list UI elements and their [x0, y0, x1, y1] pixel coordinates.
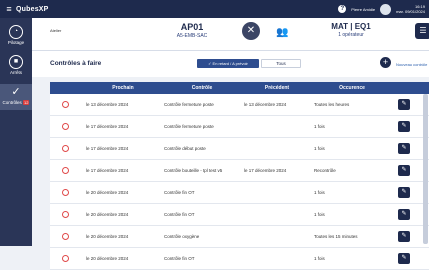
cell-control: Contrôle fermeture poste: [164, 124, 214, 129]
alarm-icon: [62, 189, 69, 196]
cell-control: Contrôle oxygène: [164, 234, 200, 239]
sidebar-item-pilotage[interactable]: ◔ Pilotage: [0, 24, 32, 48]
edit-icon[interactable]: ✎: [398, 165, 410, 176]
scrollbar[interactable]: [423, 94, 428, 244]
sidebar: ◔ Pilotage ■ Arrêts ✓ Contrôles 12: [0, 18, 32, 246]
edit-icon[interactable]: ✎: [398, 209, 410, 220]
cell-next: le 17 décembre 2024: [86, 124, 129, 129]
col-previous: Précédent: [264, 85, 290, 91]
cell-occurrence: Toutes les 15 minutes: [314, 234, 358, 239]
alarm-icon: [62, 101, 69, 108]
controls-table: Prochain Contrôle Précédent Occurence le…: [50, 82, 429, 270]
cell-occurrence: 1 fois: [314, 212, 325, 217]
col-occurrence: Occurence: [339, 85, 365, 91]
help-icon[interactable]: ?: [338, 5, 347, 13]
cell-next: le 20 décembre 2024: [86, 234, 129, 239]
table-row[interactable]: le 20 décembre 2024 Contrôle fin OT 1 fois…: [50, 182, 429, 204]
controls-count-badge: 12: [23, 100, 30, 105]
clock: 16:19 mar. 09/01/2024: [396, 4, 425, 14]
cell-occurrence: 1 fois: [314, 190, 325, 195]
table-header: Prochain Contrôle Précédent Occurence: [50, 82, 429, 94]
machine-subtitle: A5-EMB-SAC: [176, 33, 208, 39]
header: Atelier AP01 A5-EMB-SAC ✕ 👥 MAT | EQ1 1 …: [32, 18, 429, 51]
cell-control: Contrôle fin OT: [164, 190, 195, 195]
alarm-icon: [62, 233, 69, 240]
machine-title[interactable]: AP01: [152, 22, 232, 32]
cell-next: le 17 décembre 2024: [86, 146, 129, 151]
filter-late-button[interactable]: ✓ En retard / A prévoir: [197, 59, 259, 68]
table-row[interactable]: le 17 décembre 2024 Contrôle début poste 1…: [50, 138, 429, 160]
sidebar-item-label: Contrôles: [2, 100, 22, 105]
cell-next: le 17 décembre 2024: [86, 168, 129, 173]
team-title[interactable]: MAT | EQ1: [306, 22, 396, 31]
add-control-button[interactable]: +: [380, 57, 391, 68]
cell-occurrence: Recontrôle: [314, 168, 336, 173]
cell-occurrence: Toutes les heures: [314, 102, 350, 107]
filter-all-button[interactable]: Tous: [261, 59, 301, 68]
page-title: Contrôles à faire: [50, 60, 102, 67]
col-control: Contrôle: [191, 85, 213, 91]
edit-icon[interactable]: ✎: [398, 99, 410, 110]
cell-control: Contrôle bouteille - tpl test v5: [164, 168, 223, 173]
cell-control: Contrôle fin OT: [164, 212, 195, 217]
avatar[interactable]: [380, 3, 392, 15]
user-name[interactable]: Pierre Amidie: [351, 7, 375, 12]
cell-next: le 20 décembre 2024: [86, 190, 129, 195]
cell-occurrence: 1 fois: [314, 146, 325, 151]
cell-next: le 20 décembre 2024: [86, 256, 129, 261]
alarm-icon: [62, 255, 69, 262]
team-subtitle: 1 opérateur: [338, 32, 364, 38]
hamburger-icon[interactable]: ≡: [2, 4, 16, 14]
cell-occurrence: 1 fois: [314, 124, 325, 129]
close-button[interactable]: ✕: [242, 22, 260, 40]
sidebar-item-label: Pilotage: [7, 40, 25, 45]
sidebar-item-controles[interactable]: ✓ Contrôles 12: [0, 84, 32, 110]
cell-previous: le 13 décembre 2024: [244, 102, 287, 107]
tasks-button[interactable]: ☰: [415, 23, 429, 39]
edit-icon[interactable]: ✎: [398, 121, 410, 132]
top-bar: ≡ QubesXP ? Pierre Amidie 16:19 mar. 09/…: [0, 0, 429, 18]
table-row[interactable]: le 20 décembre 2024 Contrôle fin OT 1 fois…: [50, 248, 429, 270]
check-icon: ✓: [11, 86, 21, 98]
col-next: Prochain: [112, 85, 134, 91]
app-logo: QubesXP: [16, 5, 49, 13]
edit-icon[interactable]: ✎: [398, 253, 410, 264]
team-icon: 👥: [276, 27, 289, 38]
workshop-label: Atelier: [50, 28, 62, 33]
cell-control: Contrôle fermeture poste: [164, 102, 214, 107]
cell-control: Contrôle début poste: [164, 146, 206, 151]
table-row[interactable]: le 17 décembre 2024 Contrôle fermeture po…: [50, 116, 429, 138]
sidebar-item-label: Arrêts: [9, 70, 22, 75]
table-row[interactable]: le 20 décembre 2024 Contrôle oxygène Toute…: [50, 226, 429, 248]
table-row[interactable]: le 17 décembre 2024 Contrôle bouteille - …: [50, 160, 429, 182]
alarm-icon: [62, 123, 69, 130]
stop-icon: ■: [9, 55, 23, 69]
edit-icon[interactable]: ✎: [398, 143, 410, 154]
alarm-icon: [62, 167, 69, 174]
sidebar-item-arrets[interactable]: ■ Arrêts: [0, 54, 32, 78]
cell-next: le 20 décembre 2024: [86, 212, 129, 217]
cell-previous: le 17 décembre 2024: [244, 168, 287, 173]
table-row[interactable]: le 20 décembre 2024 Contrôle fin OT 1 fois…: [50, 204, 429, 226]
gauge-icon: ◔: [9, 25, 23, 39]
table-row[interactable]: le 13 décembre 2024 Contrôle fermeture po…: [50, 94, 429, 116]
cell-control: Contrôle fin OT: [164, 256, 195, 261]
edit-icon[interactable]: ✎: [398, 187, 410, 198]
edit-icon[interactable]: ✎: [398, 231, 410, 242]
new-control-link[interactable]: Nouveau contrôle: [396, 62, 427, 67]
alarm-icon: [62, 145, 69, 152]
cell-occurrence: 1 fois: [314, 256, 325, 261]
alarm-icon: [62, 211, 69, 218]
clock-date: mar. 09/01/2024: [396, 9, 425, 14]
cell-next: le 13 décembre 2024: [86, 102, 129, 107]
filter-bar: Contrôles à faire ✓ En retard / A prévoi…: [32, 51, 429, 77]
